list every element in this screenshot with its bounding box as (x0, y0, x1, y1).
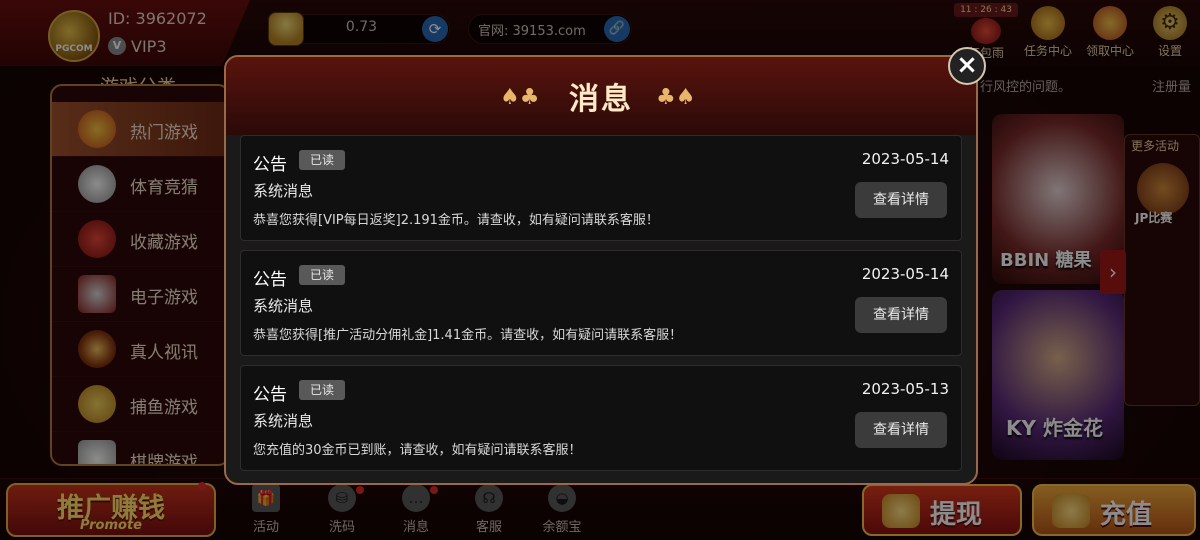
club-icon: ♣♠ (656, 85, 696, 110)
message-card: 公告 已读 2023-05-14 系统消息 恭喜您获得[VIP每日返奖]2.19… (240, 135, 962, 241)
message-card: 公告 已读 2023-05-13 系统消息 您充值的30金币已到账，请查收，如有… (240, 365, 962, 471)
read-status-badge: 已读 (299, 265, 345, 285)
message-body: 恭喜您获得[VIP每日返奖]2.191金币。请查收，如有疑问请联系客服！ (253, 213, 659, 228)
message-body: 您充值的30金币已到账，请查收，如有疑问请联系客服！ (253, 443, 582, 458)
dialog-title: 消息 (569, 82, 633, 117)
messages-dialog: ♠♣ 消息 ♣♠ 公告 已读 2023-05-14 系统消息 恭喜您获得[VIP… (224, 55, 978, 485)
message-card: 公告 已读 2023-05-14 系统消息 恭喜您获得[推广活动分佣礼金]1.4… (240, 250, 962, 356)
view-details-button[interactable]: 查看详情 (855, 182, 947, 218)
message-subject: 系统消息 (253, 297, 314, 315)
message-body: 恭喜您获得[推广活动分佣礼金]1.41金币。请查收，如有疑问请联系客服！ (253, 328, 683, 343)
read-status-badge: 已读 (299, 380, 345, 400)
message-type: 公告 (253, 385, 287, 405)
message-type: 公告 (253, 270, 287, 290)
message-date: 2023-05-13 (861, 380, 949, 398)
view-details-button[interactable]: 查看详情 (855, 412, 947, 448)
view-details-button[interactable]: 查看详情 (855, 297, 947, 333)
message-subject: 系统消息 (253, 182, 314, 200)
dialog-header: ♠♣ 消息 ♣♠ (226, 57, 976, 135)
close-icon[interactable]: × (948, 47, 986, 85)
message-type: 公告 (253, 155, 287, 175)
message-subject: 系统消息 (253, 412, 314, 430)
read-status-badge: 已读 (299, 150, 345, 170)
message-date: 2023-05-14 (861, 150, 949, 168)
message-date: 2023-05-14 (861, 265, 949, 283)
